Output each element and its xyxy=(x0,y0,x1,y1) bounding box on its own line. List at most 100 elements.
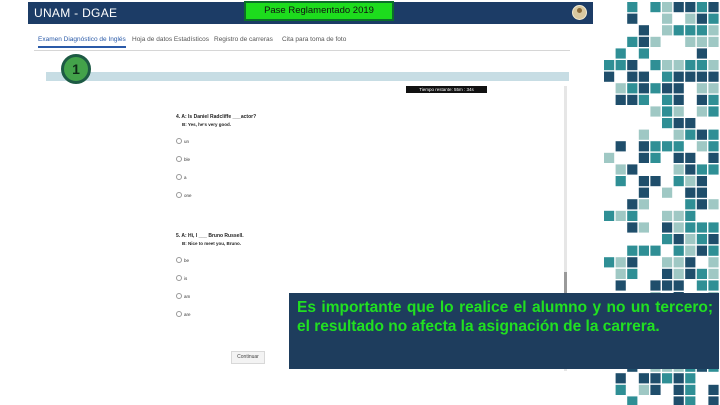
mosaic-tile xyxy=(673,25,684,36)
important-note: Es importante que lo realice el alumno y… xyxy=(289,293,719,369)
mosaic-tile xyxy=(673,94,684,105)
mosaic-tile xyxy=(673,164,684,175)
mosaic-tile xyxy=(673,187,684,198)
mosaic-tile xyxy=(615,164,626,175)
radio-button[interactable] xyxy=(176,192,182,198)
mosaic-tile xyxy=(673,396,684,405)
mosaic-tile xyxy=(673,234,684,245)
mosaic-tile xyxy=(673,384,684,395)
app-title: UNAM - DGAE xyxy=(34,6,118,20)
mosaic-tile xyxy=(638,257,649,268)
mosaic-tile xyxy=(696,60,707,71)
mosaic-tile xyxy=(696,141,707,152)
mosaic-tile xyxy=(638,280,649,291)
mosaic-tile xyxy=(627,71,638,82)
mosaic-tile xyxy=(696,25,707,36)
mosaic-tile xyxy=(662,83,673,94)
radio-button[interactable] xyxy=(176,257,182,263)
mosaic-tile xyxy=(615,268,626,279)
mosaic-tile xyxy=(685,152,696,163)
mosaic-tile xyxy=(685,176,696,187)
mosaic-tile xyxy=(708,164,719,175)
mosaic-tile xyxy=(627,257,638,268)
mosaic-tile xyxy=(627,106,638,117)
mosaic-tile xyxy=(673,118,684,129)
mosaic-tile xyxy=(696,152,707,163)
mosaic-tile xyxy=(650,245,661,256)
mosaic-tile xyxy=(696,94,707,105)
mosaic-tile xyxy=(662,187,673,198)
mosaic-tile xyxy=(696,71,707,82)
tab-hoja-datos[interactable]: Hoja de datos Estadísticos xyxy=(132,36,209,43)
mosaic-tile xyxy=(650,60,661,71)
mosaic-tile xyxy=(615,60,626,71)
mosaic-tile xyxy=(708,118,719,129)
mosaic-tile xyxy=(662,245,673,256)
mosaic-tile xyxy=(673,152,684,163)
option-label: is xyxy=(184,275,188,281)
mosaic-tile xyxy=(638,245,649,256)
mosaic-tile xyxy=(662,13,673,24)
mosaic-tile xyxy=(708,48,719,59)
form-tabs: Examen Diagnóstico de Inglés Hoja de dat… xyxy=(34,34,570,51)
radio-button[interactable] xyxy=(176,311,182,317)
mosaic-tile xyxy=(708,152,719,163)
radio-button[interactable] xyxy=(176,275,182,281)
mosaic-tile xyxy=(685,257,696,268)
mosaic-tile xyxy=(627,25,638,36)
mosaic-tile xyxy=(685,268,696,279)
mosaic-tile xyxy=(708,94,719,105)
mosaic-tile xyxy=(685,384,696,395)
mosaic-tile xyxy=(662,164,673,175)
mosaic-tile xyxy=(650,2,661,13)
mosaic-tile xyxy=(696,48,707,59)
mosaic-tile xyxy=(708,83,719,94)
mosaic-tile xyxy=(708,280,719,291)
tab-cita-foto[interactable]: Cita para toma de foto xyxy=(282,36,346,43)
mosaic-tile xyxy=(627,222,638,233)
radio-button[interactable] xyxy=(176,174,182,180)
mosaic-tile xyxy=(604,141,615,152)
mosaic-tile xyxy=(685,60,696,71)
mosaic-tile xyxy=(638,94,649,105)
mosaic-tile xyxy=(696,13,707,24)
radio-button[interactable] xyxy=(176,138,182,144)
tab-examen-diagnostico[interactable]: Examen Diagnóstico de Inglés xyxy=(38,36,126,48)
mosaic-tile xyxy=(650,373,661,384)
mosaic-tile xyxy=(696,83,707,94)
mosaic-tile xyxy=(650,106,661,117)
mosaic-tile xyxy=(685,396,696,405)
mosaic-tile xyxy=(627,396,638,405)
pase-reglamentado-banner: Pase Reglamentado 2019 xyxy=(244,1,394,21)
mosaic-tile xyxy=(685,36,696,47)
mosaic-tile xyxy=(685,129,696,140)
continue-button[interactable]: Continuar xyxy=(231,351,265,364)
radio-button[interactable] xyxy=(176,156,182,162)
mosaic-tile xyxy=(662,373,673,384)
mosaic-tile xyxy=(673,71,684,82)
mosaic-tile xyxy=(708,396,719,405)
mosaic-tile xyxy=(708,2,719,13)
user-avatar[interactable] xyxy=(572,5,587,20)
mosaic-tile xyxy=(662,280,673,291)
radio-button[interactable] xyxy=(176,293,182,299)
mosaic-tile xyxy=(696,36,707,47)
mosaic-tile xyxy=(604,71,615,82)
mosaic-tile xyxy=(638,25,649,36)
mosaic-tile xyxy=(650,36,661,47)
question-4-prompt: 4. A: Is Daniel Radcliffe ___actor? xyxy=(176,114,257,120)
mosaic-tile xyxy=(708,71,719,82)
mosaic-tile xyxy=(708,257,719,268)
mosaic-tile xyxy=(708,199,719,210)
mosaic-tile xyxy=(673,373,684,384)
mosaic-tile xyxy=(696,234,707,245)
option-label: un xyxy=(184,138,190,144)
mosaic-tile xyxy=(638,384,649,395)
mosaic-tile xyxy=(662,25,673,36)
tab-registro-carreras[interactable]: Registro de carreras xyxy=(214,36,273,43)
mosaic-tile xyxy=(696,222,707,233)
mosaic-tile xyxy=(696,187,707,198)
mosaic-tile xyxy=(685,199,696,210)
mosaic-tile xyxy=(685,210,696,221)
mosaic-tile xyxy=(604,257,615,268)
